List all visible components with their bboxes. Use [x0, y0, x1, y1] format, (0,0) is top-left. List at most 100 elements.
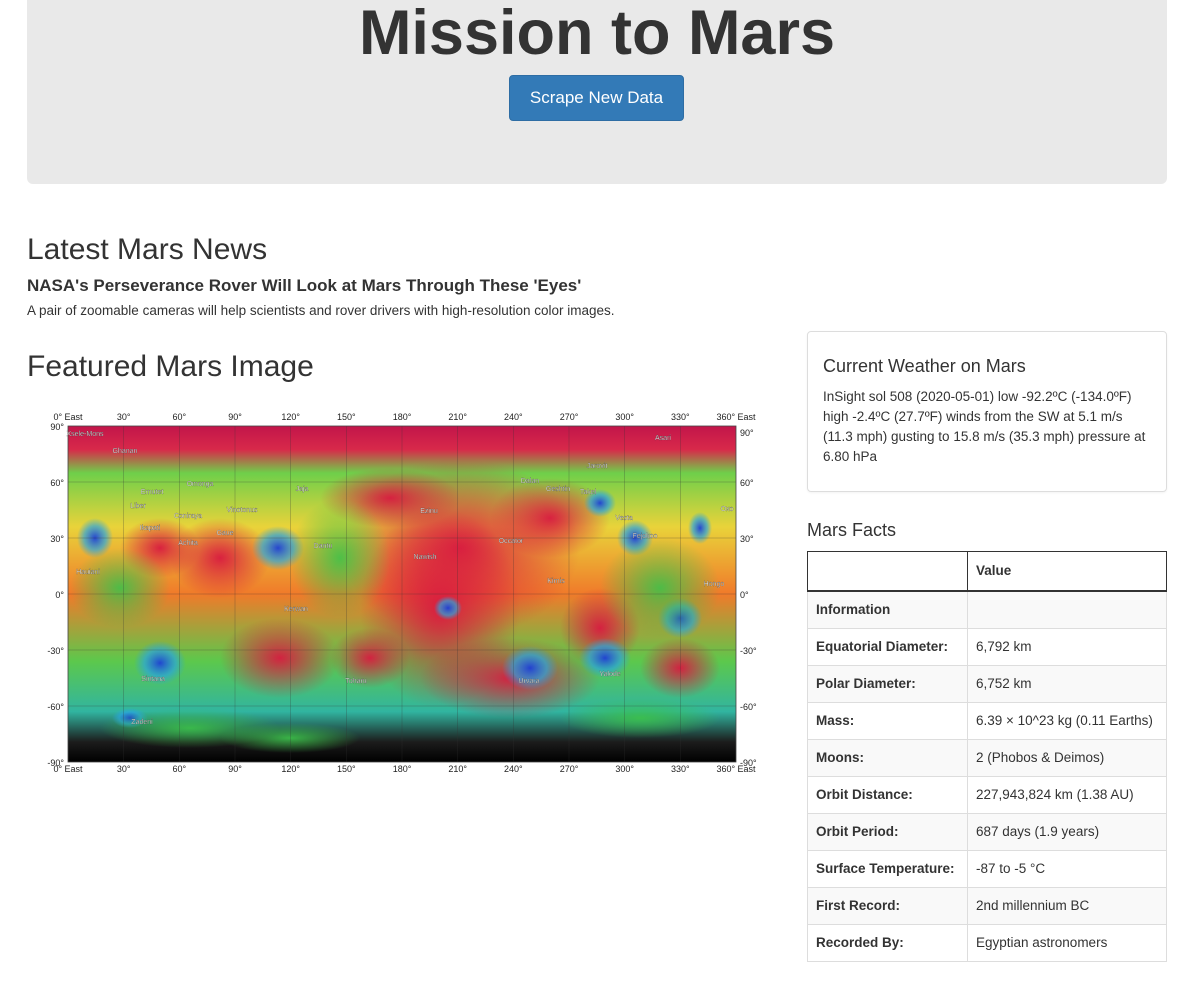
- map-place-name: Coniraya: [174, 513, 202, 520]
- scrape-new-data-button[interactable]: Scrape New Data: [509, 75, 684, 121]
- map-lat-label-left: 60°: [50, 478, 64, 488]
- fact-label: Orbit Period:: [807, 813, 968, 851]
- weather-title: Current Weather on Mars: [823, 356, 1026, 376]
- news-heading: Latest Mars News: [27, 233, 268, 266]
- fact-value: 6,792 km: [967, 628, 1167, 666]
- fact-label: Moons:: [807, 739, 968, 777]
- map-place-name: Kerwan: [284, 606, 308, 613]
- terrain-low: [688, 512, 712, 544]
- table-header-blank: [807, 551, 968, 592]
- terrain-high: [220, 618, 340, 698]
- fact-label: First Record:: [807, 887, 968, 925]
- terrain-mid: [290, 498, 390, 618]
- map-lon-label-bottom: 210°: [448, 764, 467, 774]
- table-row: Moons: 2 (Phobos & Deimos): [807, 739, 1167, 777]
- map-place-name: Asari: [655, 435, 671, 442]
- fact-value: 6,752 km: [967, 665, 1167, 703]
- map-place-name: Ghanan: [113, 448, 138, 455]
- map-place-name: Kirnis: [547, 578, 565, 585]
- weather-panel: Current Weather on Mars InSight sol 508 …: [807, 331, 1167, 492]
- map-lon-label-top: 0° East: [53, 412, 83, 422]
- map-lat-label-right: 0°: [740, 590, 749, 600]
- terrain-mid: [600, 538, 720, 638]
- table-row: Mass: 6.39 × 10^23 kg (0.11 Earths): [807, 702, 1167, 740]
- map-lat-label-left: 30°: [50, 534, 64, 544]
- map-lat-label-right: -90°: [740, 758, 757, 768]
- map-lat-label-right: -30°: [740, 646, 757, 656]
- fact-label: Surface Temperature:: [807, 850, 968, 888]
- featured-mars-image: Asari Ghanan Omonga Jaja Dalan Geshtin Jarovit…: [47, 412, 757, 774]
- fact-value: Egyptian astronomers: [967, 924, 1167, 962]
- terrain-mid: [70, 548, 170, 628]
- map-place-name: Zadeni: [131, 719, 153, 726]
- fact-value: 687 days (1.9 years): [967, 813, 1167, 851]
- map-place-name: Jarovit: [587, 463, 608, 470]
- news-title: NASA's Perseverance Rover Will Look at M…: [27, 276, 582, 295]
- map-place-name: Vinotonus: [226, 507, 258, 514]
- fact-label: Recorded By:: [807, 924, 968, 962]
- facts-heading: Mars Facts: [807, 520, 897, 540]
- fact-value: 2nd millennium BC: [967, 887, 1167, 925]
- featured-image-heading: Featured Mars Image: [27, 350, 314, 383]
- table-row: Information: [807, 590, 1167, 629]
- map-place-name: Ezinu: [420, 508, 438, 515]
- map-lon-label-bottom: 330°: [671, 764, 690, 774]
- map-place-name: Omonga: [187, 481, 214, 488]
- table-row: Polar Diameter: 6,752 km: [807, 665, 1167, 703]
- terrain-mid: [220, 723, 360, 753]
- fact-label: Orbit Distance:: [807, 776, 968, 814]
- map-lon-label-top: 240°: [504, 412, 523, 422]
- map-lon-label-top: 330°: [671, 412, 690, 422]
- fact-value: [967, 590, 1167, 629]
- map-lat-label-left: 90°: [50, 422, 64, 432]
- map-place-name: Dantu: [314, 543, 333, 550]
- map-lon-label-top: 270°: [560, 412, 579, 422]
- map-lat-label-left: -60°: [47, 702, 64, 712]
- map-lat-label-right: -60°: [740, 702, 757, 712]
- map-place-name: Fejokoo: [633, 533, 658, 540]
- map-place-name: Dalan: [521, 478, 539, 485]
- table-header-row: Value: [807, 551, 1167, 592]
- fact-value: 2 (Phobos & Deimos): [967, 739, 1167, 777]
- map-place-name: Yalode: [599, 671, 620, 678]
- map-lon-label-top: 30°: [117, 412, 131, 422]
- table-row: Recorded By: Egyptian astronomers: [807, 924, 1167, 962]
- map-place-name: Oxo: [721, 506, 734, 513]
- map-lon-label-top: 180°: [393, 412, 412, 422]
- terrain-mid: [560, 698, 720, 738]
- terrain-high: [640, 638, 720, 698]
- map-lat-label-left: -30°: [47, 646, 64, 656]
- map-lon-label-top: 90°: [228, 412, 242, 422]
- mars-facts-table: Value Information Equatorial Diameter: 6,…: [807, 551, 1167, 962]
- map-place-name: Hauiani: [76, 569, 100, 576]
- map-lon-label-bottom: 180°: [393, 764, 412, 774]
- map-place-name: Hongo: [704, 581, 725, 588]
- map-lat-label-right: 30°: [740, 534, 754, 544]
- map-lat-label-right: 90°: [740, 428, 754, 438]
- map-place-name: Achita: [178, 540, 198, 547]
- table-row: First Record: 2nd millennium BC: [807, 887, 1167, 925]
- map-lon-label-bottom: 150°: [337, 764, 356, 774]
- fact-value: 6.39 × 10^23 kg (0.11 Earths): [967, 702, 1167, 740]
- fact-label: Polar Diameter:: [807, 665, 968, 703]
- map-place-name: Gaue: [216, 530, 233, 537]
- map-lon-label-bottom: 240°: [504, 764, 523, 774]
- map-place-name: Xsele-Mons: [67, 431, 104, 438]
- map-place-name: Urvara: [518, 678, 539, 685]
- map-lon-label-top: 360° East: [716, 412, 756, 422]
- map-place-name: Geshtin: [546, 486, 570, 493]
- map-lat-label-right: 60°: [740, 478, 754, 488]
- map-place-name: Takel: [580, 489, 597, 496]
- page-title: Mission to Mars: [358, 0, 836, 68]
- map-place-name: Occator: [499, 538, 524, 545]
- fact-value: -87 to -5 °C: [967, 850, 1167, 888]
- map-lon-label-bottom: 60°: [173, 764, 187, 774]
- header-jumbotron: Mission to Mars Scrape New Data: [27, 0, 1167, 184]
- map-place-name: Nawish: [414, 554, 437, 561]
- table-row: Equatorial Diameter: 6,792 km: [807, 628, 1167, 666]
- map-lon-label-top: 210°: [448, 412, 467, 422]
- map-lat-label-left: -90°: [47, 758, 64, 768]
- map-lon-label-bottom: 90°: [228, 764, 242, 774]
- map-lon-label-top: 120°: [281, 412, 300, 422]
- map-place-name: Ikapati: [140, 525, 161, 532]
